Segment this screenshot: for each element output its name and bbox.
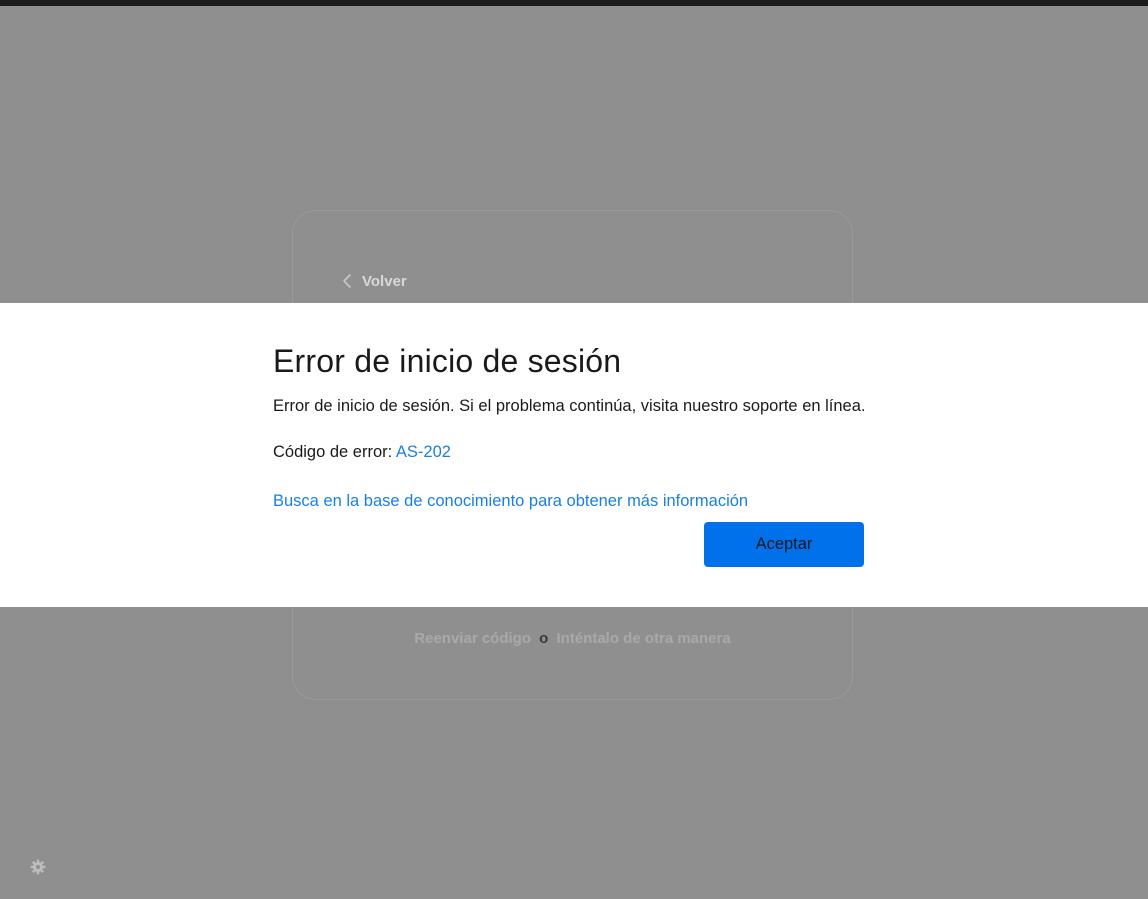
top-bar xyxy=(0,0,1148,6)
chevron-left-icon xyxy=(342,273,352,289)
try-other-way-link[interactable]: Inténtalo de otra manera xyxy=(557,630,731,647)
dialog-title: Error de inicio de sesión xyxy=(273,343,622,379)
knowledge-base-link[interactable]: Busca en la base de conocimiento para ob… xyxy=(273,492,748,511)
background-footer: Reenviar código o Inténtalo de otra mane… xyxy=(292,630,853,647)
back-button[interactable]: Volver xyxy=(342,270,407,292)
error-dialog: Error de inicio de sesión Error de inici… xyxy=(0,303,1148,607)
back-label: Volver xyxy=(362,272,407,290)
accept-button[interactable]: Aceptar xyxy=(704,522,864,567)
error-code-label: Código de error: xyxy=(273,443,393,461)
error-code-link[interactable]: AS-202 xyxy=(396,443,451,461)
footer-separator: o xyxy=(539,630,549,647)
error-code-row: Código de error: AS-202 xyxy=(273,443,451,462)
resend-code-link[interactable]: Reenviar código xyxy=(414,630,531,647)
dialog-message: Error de inicio de sesión. Si el problem… xyxy=(273,397,866,415)
gear-icon[interactable] xyxy=(30,859,46,875)
